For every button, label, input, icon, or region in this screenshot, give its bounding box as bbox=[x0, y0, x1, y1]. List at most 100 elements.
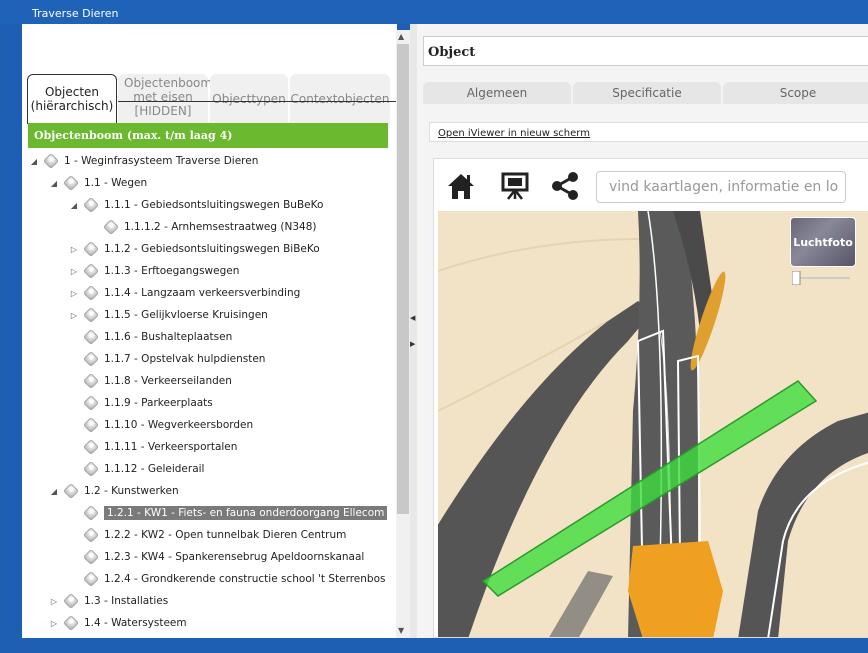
expanded-arrow-icon[interactable]: ◢ bbox=[48, 179, 60, 188]
tree-item[interactable]: ▷ 1.1.2 - Gebiedsontsluitingswegen BiBeKo bbox=[68, 240, 320, 258]
object-title: Object bbox=[423, 36, 868, 66]
tree-item-label: 1.1.10 - Wegverkeersborden bbox=[104, 419, 254, 431]
object-cube-icon bbox=[83, 197, 99, 213]
collapsed-arrow-icon[interactable]: ▷ bbox=[68, 245, 80, 254]
scroll-down-icon[interactable]: ▼ bbox=[398, 626, 404, 635]
tree-item[interactable]: 1.1.12 - Geleiderail bbox=[68, 460, 204, 478]
tree-item[interactable]: ◢ 1 - Weginfrasysteem Traverse Dieren bbox=[28, 152, 258, 170]
object-cube-icon bbox=[83, 307, 99, 323]
panel-splitter[interactable]: ◀ ▶ bbox=[410, 24, 417, 638]
tree-item[interactable]: ◢ 1.1 - Wegen bbox=[48, 174, 147, 192]
tree-item[interactable]: ◢ 1.1.1 - Gebiedsontsluitingswegen BuBeKo bbox=[68, 196, 323, 214]
map-canvas[interactable]: Luchtfoto bbox=[438, 211, 868, 637]
collapsed-arrow-icon[interactable]: ▷ bbox=[68, 289, 80, 298]
tab-specificatie[interactable]: Specificatie bbox=[573, 82, 721, 104]
tree-item-label: 1.2.4 - Grondkerende constructie school … bbox=[104, 573, 386, 585]
tree-item-label: 1.1.7 - Opstelvak hulpdiensten bbox=[104, 353, 266, 365]
object-cube-icon bbox=[83, 461, 99, 477]
presentation-icon[interactable] bbox=[500, 171, 530, 201]
share-icon[interactable] bbox=[550, 171, 580, 201]
object-cube-icon bbox=[103, 219, 119, 235]
left-panel: Objecten (hiërarchisch) Objectenboom met… bbox=[22, 24, 397, 638]
tree-item-label: 1.1.8 - Verkeerseilanden bbox=[104, 375, 232, 387]
collapse-left-icon[interactable]: ◀ bbox=[410, 314, 415, 322]
map-viewer: vind kaartlagen, informatie en lo Luchtf… bbox=[433, 158, 868, 638]
map-search-input[interactable]: vind kaartlagen, informatie en lo bbox=[596, 171, 846, 203]
tree-item[interactable]: ▷ 1.3 - Installaties bbox=[48, 592, 168, 610]
tree-item-label: 1 - Weginfrasysteem Traverse Dieren bbox=[64, 155, 259, 167]
tab-baseline bbox=[118, 101, 397, 102]
map-toolbar: vind kaartlagen, informatie en lo bbox=[434, 159, 868, 211]
tree-item[interactable]: 1.1.11 - Verkeersportalen bbox=[68, 438, 237, 456]
left-tabs: Objecten (hiërarchisch) Objectenboom met… bbox=[22, 48, 397, 126]
tree-item-label: 1.2.2 - KW2 - Open tunnelbak Dieren Cent… bbox=[104, 529, 347, 541]
tree-item-label: 1.1.5 - Gelijkvloerse Kruisingen bbox=[104, 309, 268, 321]
tree-item-label: 1.1.1 - Gebiedsontsluitingswegen BuBeKo bbox=[104, 199, 324, 211]
tree-item-label: 1.1.12 - Geleiderail bbox=[104, 463, 205, 475]
object-cube-icon bbox=[63, 593, 79, 609]
basemap-luchtfoto-toggle[interactable]: Luchtfoto bbox=[790, 217, 856, 267]
tab-contextobjecten[interactable]: Contextobjecten bbox=[290, 74, 390, 126]
tree-item[interactable]: 1.1.1.2 - Arnhemsestraatweg (N348) bbox=[88, 218, 316, 236]
object-cube-icon bbox=[43, 153, 59, 169]
tree-item[interactable]: 1.1.10 - Wegverkeersborden bbox=[68, 416, 253, 434]
open-iviewer-link[interactable]: Open iViewer in nieuw scherm bbox=[438, 128, 590, 139]
object-cube-icon bbox=[83, 439, 99, 455]
tab-algemeen[interactable]: Algemeen bbox=[423, 82, 571, 104]
tree-item[interactable]: ▷ 1.1.3 - Erftoegangswegen bbox=[68, 262, 239, 280]
collapsed-arrow-icon[interactable]: ▷ bbox=[68, 267, 80, 276]
object-cube-icon bbox=[63, 175, 79, 191]
object-cube-icon bbox=[83, 351, 99, 367]
tree-item[interactable]: 1.1.9 - Parkeerplaats bbox=[68, 394, 213, 412]
object-cube-icon bbox=[83, 417, 99, 433]
tree-item-label: 1.1.2 - Gebiedsontsluitingswegen BiBeKo bbox=[104, 243, 320, 255]
object-cube-icon bbox=[83, 505, 99, 521]
tree-item-label: 1.1.1.2 - Arnhemsestraatweg (N348) bbox=[124, 221, 317, 233]
tree-item-label: 1.1 - Wegen bbox=[84, 177, 148, 189]
object-tabs: Algemeen Specificatie Scope bbox=[423, 82, 868, 104]
tree-item-label: 1.2.1 - KW1 - Fiets- en fauna onderdoorg… bbox=[104, 506, 388, 520]
home-icon[interactable] bbox=[446, 171, 476, 201]
object-cube-icon bbox=[83, 329, 99, 345]
scrollbar-thumb[interactable] bbox=[397, 44, 409, 514]
object-cube-icon bbox=[83, 373, 99, 389]
object-cube-icon bbox=[83, 395, 99, 411]
object-cube-icon bbox=[63, 483, 79, 499]
tree-header: Objectenboom (max. t/m laag 4) bbox=[28, 123, 388, 148]
object-cube-icon bbox=[83, 241, 99, 257]
zoom-slider[interactable] bbox=[792, 271, 852, 285]
tree-item[interactable]: ▷ 1.4 - Watersysteem bbox=[48, 614, 187, 632]
object-cube-icon bbox=[83, 527, 99, 543]
tab-objecten-hierarchisch[interactable]: Objecten (hiërarchisch) bbox=[27, 74, 117, 124]
object-cube-icon bbox=[63, 615, 79, 631]
tree-item[interactable]: 1.1.8 - Verkeerseilanden bbox=[68, 372, 232, 390]
tree-item[interactable]: 1.2.1 - KW1 - Fiets- en fauna onderdoorg… bbox=[68, 504, 388, 522]
expanded-arrow-icon[interactable]: ◢ bbox=[68, 201, 80, 210]
tree-item[interactable]: 1.2.4 - Grondkerende constructie school … bbox=[68, 570, 385, 588]
tree-item-label: 1.1.4 - Langzaam verkeersverbinding bbox=[104, 287, 301, 299]
tree-item[interactable]: 1.2.2 - KW2 - Open tunnelbak Dieren Cent… bbox=[68, 526, 346, 544]
tab-objecttypen[interactable]: Objecttypen bbox=[210, 74, 288, 126]
tree-item[interactable]: ◢ 1.2 - Kunstwerken bbox=[48, 482, 179, 500]
expanded-arrow-icon[interactable]: ◢ bbox=[48, 487, 60, 496]
collapsed-arrow-icon[interactable]: ▷ bbox=[48, 619, 60, 628]
collapsed-arrow-icon[interactable]: ▷ bbox=[68, 311, 80, 320]
tree-item[interactable]: 1.1.7 - Opstelvak hulpdiensten bbox=[68, 350, 265, 368]
tree-item[interactable]: 1.1.6 - Bushalteplaatsen bbox=[68, 328, 232, 346]
tab-scope[interactable]: Scope bbox=[723, 82, 868, 104]
scroll-up-icon[interactable]: ▲ bbox=[398, 32, 404, 41]
collapse-right-icon[interactable]: ▶ bbox=[410, 340, 415, 348]
tab-objectenboom-met-eisen[interactable]: Objectenboom met eisen [HIDDEN] bbox=[118, 74, 212, 126]
link-bar: Open iViewer in nieuw scherm bbox=[429, 122, 868, 142]
tree-item[interactable]: ▷ 1.1.5 - Gelijkvloerse Kruisingen bbox=[68, 306, 268, 324]
expanded-arrow-icon[interactable]: ◢ bbox=[28, 157, 40, 166]
tree-item-label: 1.1.11 - Verkeersportalen bbox=[104, 441, 238, 453]
tree-item[interactable]: ▷ 1.1.4 - Langzaam verkeersverbinding bbox=[68, 284, 300, 302]
collapsed-arrow-icon[interactable]: ▷ bbox=[48, 597, 60, 606]
window-title: Traverse Dieren bbox=[0, 0, 868, 24]
tree-item-label: 1.1.3 - Erftoegangswegen bbox=[104, 265, 240, 277]
tree-item-label: 1.4 - Watersysteem bbox=[84, 617, 187, 629]
tree-item-label: 1.3 - Installaties bbox=[84, 595, 169, 607]
tree-item[interactable]: 1.2.3 - KW4 - Spankerensebrug Apeldoorns… bbox=[68, 548, 364, 566]
tree-scrollbar[interactable]: ▲ ▼ bbox=[396, 30, 410, 638]
